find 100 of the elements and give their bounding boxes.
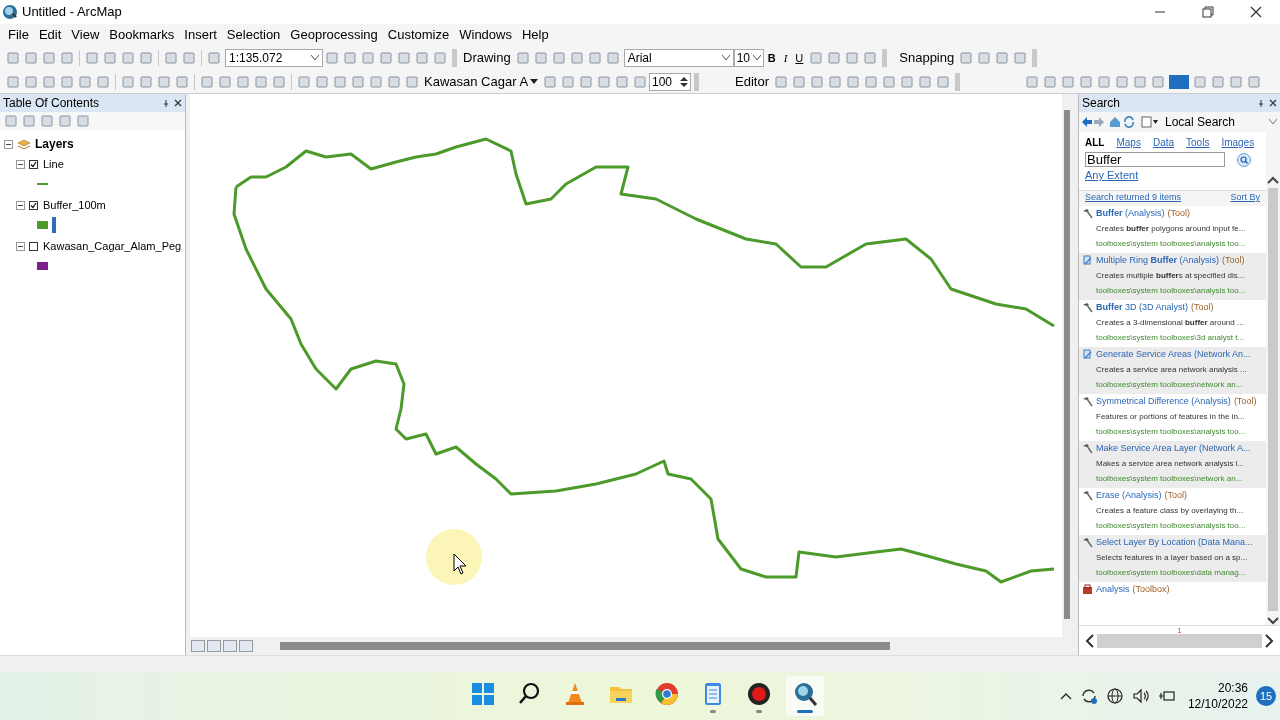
toolbar-grip[interactable] bbox=[954, 72, 960, 91]
menu-item[interactable]: File bbox=[3, 25, 34, 45]
menu-item[interactable]: View bbox=[66, 25, 105, 45]
tool-icon[interactable] bbox=[103, 51, 117, 65]
chevron-up-icon[interactable] bbox=[1059, 692, 1072, 700]
filter-tab[interactable]: Tools bbox=[1186, 134, 1210, 150]
menu-item[interactable]: Help bbox=[516, 25, 554, 45]
tool-icon[interactable] bbox=[60, 74, 74, 89]
tool-icon[interactable] bbox=[569, 51, 584, 65]
scroll-up-icon[interactable] bbox=[1267, 176, 1279, 184]
home-icon[interactable] bbox=[1109, 116, 1121, 128]
tool-icon[interactable] bbox=[254, 74, 268, 89]
toolbar-grip[interactable] bbox=[1032, 49, 1038, 67]
tool-icon[interactable] bbox=[899, 74, 914, 89]
tool-icon[interactable] bbox=[809, 74, 824, 89]
tool-icon[interactable] bbox=[773, 74, 788, 89]
view-button[interactable] bbox=[191, 640, 205, 652]
tool-icon[interactable] bbox=[6, 51, 20, 65]
tool-icon[interactable] bbox=[791, 74, 806, 89]
tool-icon[interactable] bbox=[579, 74, 593, 89]
tool-icon[interactable] bbox=[881, 74, 896, 89]
menu-item[interactable]: Customize bbox=[382, 25, 455, 45]
search-result[interactable]: Select Layer By Location (Data Mana... Selects features in a layer based on a sp... toolboxes\system toolboxes\data manag... bbox=[1079, 534, 1266, 582]
search-field[interactable]: Buffer bbox=[1085, 152, 1225, 167]
scroll-down-icon[interactable] bbox=[1267, 617, 1279, 625]
tool-icon[interactable] bbox=[515, 51, 530, 65]
tool-icon[interactable] bbox=[351, 74, 365, 89]
tool-icon[interactable] bbox=[297, 74, 311, 89]
tool-icon[interactable] bbox=[207, 51, 221, 65]
tool-icon[interactable] bbox=[977, 51, 992, 65]
tool-icon[interactable] bbox=[561, 74, 575, 89]
menu-item[interactable]: Bookmarks bbox=[104, 25, 180, 45]
tool-icon[interactable] bbox=[935, 74, 950, 89]
tool-icon[interactable] bbox=[315, 74, 329, 89]
tool-icon[interactable] bbox=[917, 74, 932, 89]
tool-icon[interactable] bbox=[1042, 74, 1057, 89]
tool-icon[interactable] bbox=[633, 74, 647, 89]
tool-icon[interactable] bbox=[24, 51, 38, 65]
checkbox[interactable] bbox=[29, 159, 38, 169]
tool-icon[interactable] bbox=[845, 51, 860, 65]
restore-icon[interactable] bbox=[1202, 6, 1214, 18]
tool-icon[interactable] bbox=[1060, 74, 1075, 89]
tool-icon[interactable] bbox=[597, 74, 611, 89]
color-swatch[interactable] bbox=[1168, 74, 1189, 89]
tool-icon[interactable] bbox=[4, 114, 18, 128]
collapse-icon[interactable] bbox=[16, 200, 25, 210]
tool-icon[interactable] bbox=[1246, 74, 1261, 89]
scrollbar-thumb[interactable] bbox=[280, 642, 890, 650]
tool-icon[interactable] bbox=[40, 114, 54, 128]
tool-icon[interactable] bbox=[325, 51, 339, 65]
tool-icon[interactable] bbox=[164, 51, 178, 65]
scrollbar-thumb[interactable] bbox=[1064, 110, 1070, 619]
tool-icon[interactable] bbox=[405, 74, 419, 89]
tool-icon[interactable] bbox=[605, 51, 620, 65]
extent-dropdown[interactable]: Any Extent bbox=[1079, 167, 1145, 184]
tool-icon[interactable] bbox=[139, 51, 153, 65]
search-result[interactable]: Make Service Area Layer (Network A... Makes a service area network analysis l... toolboxes\system toolboxes\network an... bbox=[1079, 440, 1266, 488]
close-icon[interactable] bbox=[1250, 6, 1262, 18]
tool-icon[interactable] bbox=[343, 51, 357, 65]
tool-icon[interactable] bbox=[1013, 51, 1028, 65]
filter-tab[interactable]: Data bbox=[1152, 134, 1175, 150]
search-result[interactable]: Multiple Ring Buffer (Analysis) (Tool) Creates multiple buffers at specified dis... toolboxes\system toolboxes\analysis too... bbox=[1079, 252, 1266, 300]
tool-icon[interactable] bbox=[24, 74, 38, 89]
menu-item[interactable]: Geoprocessing bbox=[285, 25, 383, 45]
clock-date[interactable]: 12/10/2022 bbox=[1187, 696, 1248, 712]
font-dropdown[interactable]: Arial bbox=[623, 49, 734, 67]
filter-tab[interactable]: Maps bbox=[1116, 134, 1141, 150]
tool-icon[interactable] bbox=[379, 51, 393, 65]
tool-icon[interactable] bbox=[809, 51, 824, 65]
tool-icon[interactable] bbox=[433, 51, 447, 65]
back-arrow-icon[interactable] bbox=[1082, 117, 1092, 127]
forward-arrow-icon[interactable] bbox=[1094, 117, 1104, 127]
tool-icon[interactable] bbox=[551, 51, 566, 65]
refresh-icon[interactable] bbox=[1123, 116, 1135, 128]
tool-icon[interactable] bbox=[361, 51, 375, 65]
tool-icon[interactable] bbox=[1078, 74, 1093, 89]
checkbox[interactable] bbox=[29, 241, 38, 251]
pin-close-icons[interactable] bbox=[1259, 99, 1277, 107]
tool-icon[interactable] bbox=[121, 74, 135, 89]
sort-by-link[interactable]: Sort By bbox=[1230, 191, 1260, 205]
tool-icon[interactable] bbox=[1210, 74, 1225, 89]
tool-icon[interactable] bbox=[1150, 74, 1165, 89]
horizontal-scrollbar-thumb[interactable] bbox=[1097, 634, 1262, 648]
drawing-menu-button[interactable]: Drawing bbox=[460, 48, 514, 68]
font-size-dropdown[interactable]: 10 bbox=[733, 49, 764, 67]
tool-icon[interactable] bbox=[827, 51, 842, 65]
tool-icon[interactable] bbox=[995, 51, 1010, 65]
filter-tab[interactable]: ALL bbox=[1085, 134, 1105, 150]
tool-icon[interactable] bbox=[60, 51, 74, 65]
notification-badge[interactable]: 15 bbox=[1256, 686, 1276, 706]
tool-icon[interactable] bbox=[533, 51, 548, 65]
checkbox[interactable] bbox=[29, 200, 38, 210]
view-button[interactable] bbox=[207, 640, 221, 652]
tool-icon[interactable] bbox=[863, 51, 878, 65]
tool-icon[interactable] bbox=[272, 74, 286, 89]
collapse-icon[interactable] bbox=[4, 139, 13, 149]
tool-icon[interactable] bbox=[139, 74, 153, 89]
collapse-icon[interactable] bbox=[16, 159, 25, 169]
toolbar-grip[interactable] bbox=[452, 49, 457, 67]
tool-icon[interactable] bbox=[22, 114, 36, 128]
